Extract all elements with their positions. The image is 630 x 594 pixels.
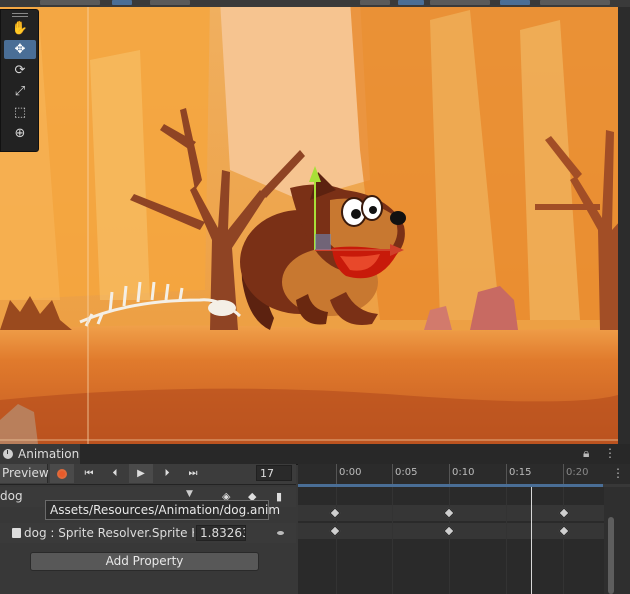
next-key-button[interactable]: ⏵ — [155, 464, 179, 483]
record-icon — [57, 468, 67, 479]
tool-palette: ✋ ✥ ⟳ ⤢ ⬚ ⊕ — [0, 9, 39, 152]
toolbar-button[interactable] — [430, 0, 490, 5]
scene-toolbar — [0, 0, 630, 7]
next-key-icon: ⏵ — [164, 468, 170, 479]
clip-path-tooltip: Assets/Resources/Animation/dog.anim — [45, 500, 280, 520]
prev-key-icon: ⏴ — [112, 468, 118, 479]
scale-icon[interactable]: ⤢ — [4, 82, 36, 101]
grid-line — [392, 487, 393, 594]
toolbar-button[interactable] — [40, 0, 100, 5]
time-label: 0:15 — [509, 467, 532, 478]
keyframe-toggle-icon[interactable] — [277, 531, 284, 535]
ruler-tick — [392, 464, 393, 484]
scrollbar-thumb[interactable] — [608, 517, 614, 594]
add-property-button[interactable]: Add Property — [30, 552, 259, 571]
grid-line — [563, 487, 564, 594]
ruler-tick — [506, 464, 507, 484]
chevron-down-icon[interactable]: ▼ — [186, 489, 193, 499]
grip-icon[interactable] — [12, 13, 28, 14]
toolbar-button[interactable] — [500, 0, 530, 5]
property-row[interactable]: dog : Sprite Resolver.Sprite Key 1.83263 — [0, 523, 296, 543]
play-icon: ▶ — [137, 468, 145, 479]
time-label: 0:10 — [452, 467, 475, 478]
time-label: 0:20 — [566, 467, 589, 478]
scene-view[interactable]: ✋ ✥ ⟳ ⤢ ⬚ ⊕ — [0, 0, 630, 444]
property-name: dog : Sprite Resolver.Sprite Key — [24, 526, 194, 540]
timeline-menu-icon[interactable]: ⋮ — [612, 466, 624, 480]
lock-icon[interactable]: 🔒︎ — [583, 446, 589, 461]
clock-icon — [3, 449, 13, 459]
scene-scrollbar[interactable] — [618, 7, 630, 444]
window-menu-icon[interactable]: ⋮ — [604, 446, 616, 460]
property-value-field[interactable]: 1.83263 — [196, 525, 246, 541]
transform-icon[interactable]: ⊕ — [4, 124, 36, 143]
play-button[interactable]: ▶ — [129, 464, 153, 483]
grid-line — [506, 487, 507, 594]
prev-key-button[interactable]: ⏴ — [103, 464, 127, 483]
move-icon[interactable]: ✥ — [4, 40, 36, 59]
last-key-icon: ⏭ — [188, 468, 198, 479]
record-button[interactable] — [50, 464, 74, 483]
ruler-tick — [336, 464, 337, 484]
animation-tab-bar: Animation 🔒︎ ⋮ — [0, 444, 630, 465]
toolbar-button[interactable] — [540, 0, 610, 5]
dopesheet[interactable] — [298, 487, 604, 594]
playhead[interactable] — [531, 487, 532, 594]
animation-window: Animation 🔒︎ ⋮ Preview ⏮ ⏴ ▶ ⏵ ⏭ 17 0:00… — [0, 444, 630, 594]
tab-title: Animation — [18, 447, 80, 461]
grid-line — [449, 487, 450, 594]
toolbar-button[interactable] — [398, 0, 424, 5]
time-label: 0:00 — [339, 467, 362, 478]
toolbar-button[interactable] — [150, 0, 190, 5]
rotate-icon[interactable]: ⟳ — [4, 61, 36, 80]
toolbar-button[interactable] — [112, 0, 132, 5]
sprite-resolver-icon — [12, 528, 21, 538]
frame-field[interactable]: 17 — [256, 465, 292, 481]
preview-button[interactable]: Preview — [0, 464, 49, 483]
rect-tool-icon[interactable]: ⬚ — [4, 103, 36, 122]
grid-line — [336, 487, 337, 594]
first-key-button[interactable]: ⏮ — [77, 464, 101, 483]
dopesheet-scrollbar[interactable] — [604, 487, 630, 594]
event-marker-icon[interactable]: ▮ — [276, 490, 282, 503]
ruler-tick — [563, 464, 564, 484]
toolbar-button[interactable] — [360, 0, 390, 5]
skull — [208, 300, 236, 316]
hand-icon[interactable]: ✋ — [4, 19, 36, 38]
background-sky-glow — [220, 0, 370, 200]
ruler-tick — [449, 464, 450, 484]
tab-animation[interactable]: Animation — [0, 444, 80, 464]
time-label: 0:05 — [395, 467, 418, 478]
timeline-ruler[interactable]: 0:00 0:05 0:10 0:15 0:20 ⋮ — [298, 464, 630, 484]
clip-name: dog — [0, 489, 23, 503]
last-key-button[interactable]: ⏭ — [181, 464, 205, 483]
animation-toolbar: Preview ⏮ ⏴ ▶ ⏵ ⏭ 17 — [0, 464, 296, 485]
scene-canvas[interactable] — [0, 0, 630, 444]
first-key-icon: ⏮ — [84, 468, 94, 479]
